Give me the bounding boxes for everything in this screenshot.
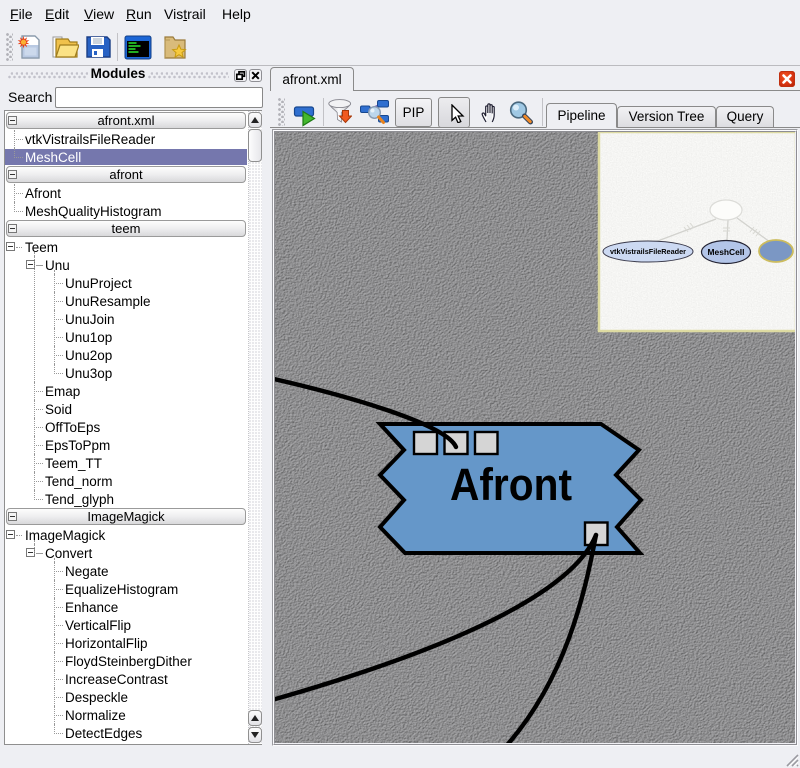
svg-text:Afront: Afront	[450, 459, 572, 510]
svg-text:vtkVistrailsFileReader: vtkVistrailsFileReader	[610, 247, 686, 256]
svg-text:MeshCell: MeshCell	[708, 247, 745, 257]
